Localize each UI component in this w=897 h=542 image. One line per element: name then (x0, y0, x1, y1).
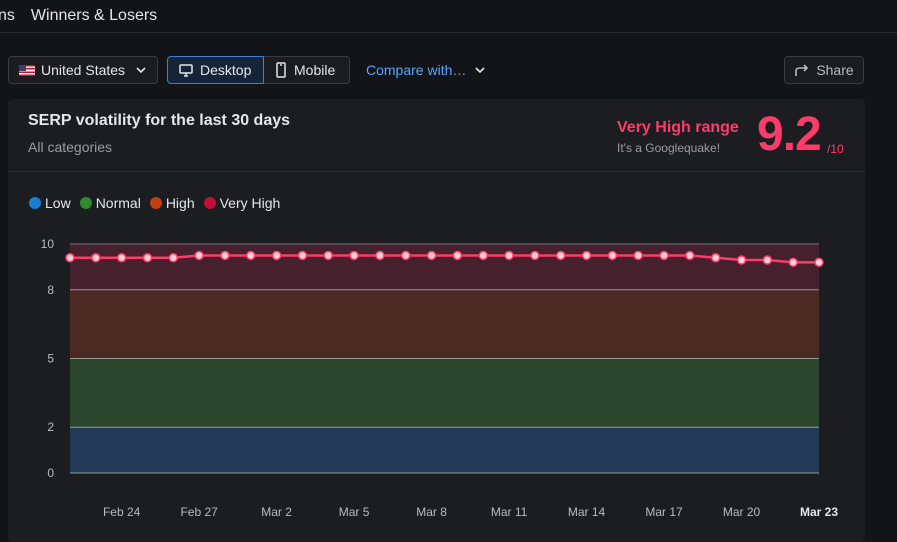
data-point (530, 250, 540, 261)
compare-dropdown[interactable]: Compare with… (366, 62, 486, 78)
data-point (478, 250, 488, 261)
data-point (685, 250, 695, 261)
volatility-chart: 0 2 5 8 10 Feb 24 Feb 27 Mar 2 Mar 5 Mar 8 Mar 11 M… (41, 237, 839, 519)
chevron-down-icon (475, 67, 485, 74)
band-low (70, 427, 819, 473)
data-point (401, 250, 411, 261)
data-point (116, 252, 127, 263)
mobile-label: Mobile (294, 62, 336, 78)
data-point (633, 250, 643, 261)
data-point (271, 250, 282, 261)
x-tick-label: Mar 14 (568, 505, 606, 519)
top-nav: ns Winners & Losers (0, 0, 897, 33)
y-tick-label: 0 (47, 466, 54, 480)
device-toggle: Desktop Mobile (167, 56, 350, 84)
country-label: United States (41, 62, 126, 78)
mobile-button[interactable]: Mobile (264, 56, 350, 84)
country-select[interactable]: United States (8, 56, 158, 84)
data-point (194, 250, 204, 261)
data-point (452, 250, 463, 261)
data-point (710, 252, 721, 263)
x-tick-label: Mar 8 (416, 505, 447, 519)
band-high (70, 289, 819, 359)
share-button[interactable]: Share (784, 56, 864, 84)
data-point (142, 252, 153, 263)
data-point (349, 250, 359, 261)
y-tick-label: 5 (47, 352, 54, 366)
compare-label: Compare with… (366, 62, 467, 78)
data-point (736, 255, 747, 265)
data-point (659, 250, 669, 261)
monitor-icon (179, 64, 193, 77)
band-normal (70, 358, 819, 428)
data-point (762, 255, 773, 265)
x-tick-label: Mar 23 (800, 505, 838, 519)
data-point (581, 250, 592, 261)
x-tick-label: Mar 17 (645, 505, 683, 519)
y-tick-label: 10 (41, 237, 55, 251)
data-point (220, 250, 230, 261)
band-very-high (70, 244, 819, 290)
data-point (504, 250, 514, 261)
data-point (426, 250, 437, 261)
data-point (607, 250, 618, 261)
data-point (788, 257, 798, 268)
data-point (375, 250, 385, 261)
y-tick-label: 8 (47, 283, 54, 297)
nav-tab-partial[interactable]: ns (0, 7, 23, 25)
us-flag-icon (19, 64, 35, 76)
data-point (297, 250, 308, 261)
controls-bar: United States Desktop Mobile Compare wit… (8, 56, 486, 84)
data-point (91, 252, 101, 263)
volatility-card: SERP volatility for the last 30 days All… (8, 99, 865, 542)
x-tick-label: Feb 24 (103, 505, 141, 519)
data-point (168, 252, 179, 263)
desktop-button[interactable]: Desktop (167, 56, 264, 84)
share-arrow-icon (795, 64, 809, 76)
chevron-down-icon (136, 67, 146, 74)
x-tick-label: Mar 20 (723, 505, 761, 519)
share-label: Share (816, 62, 854, 78)
data-point (814, 257, 824, 268)
data-point (65, 252, 75, 263)
data-point (555, 250, 566, 261)
data-point (246, 250, 256, 261)
x-tick-label: Mar 11 (491, 505, 528, 519)
data-point (323, 250, 334, 261)
y-tick-label: 2 (47, 420, 54, 434)
desktop-label: Desktop (200, 62, 252, 78)
phone-icon (276, 62, 286, 78)
x-tick-label: Feb 27 (180, 505, 218, 519)
nav-tab-winners-losers[interactable]: Winners & Losers (23, 7, 165, 25)
x-tick-label: Mar 5 (339, 505, 370, 519)
x-tick-label: Mar 2 (261, 505, 292, 519)
